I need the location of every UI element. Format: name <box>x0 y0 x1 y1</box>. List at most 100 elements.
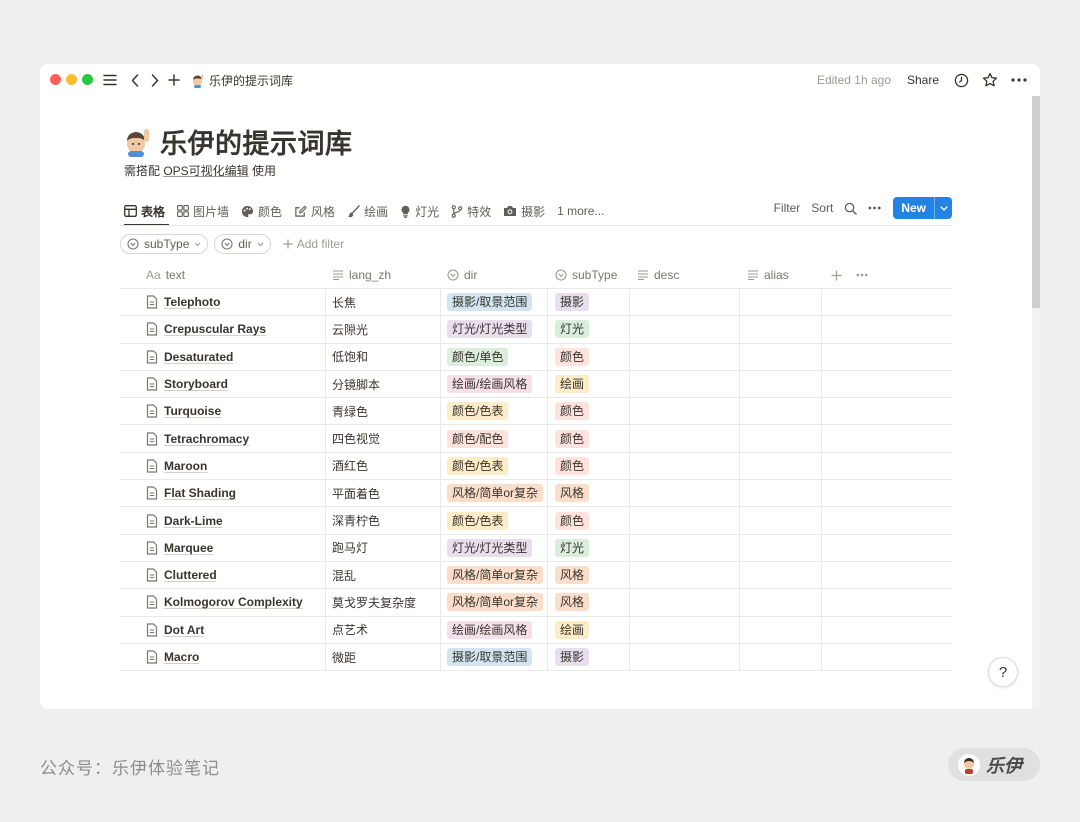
tab-table[interactable]: 表格 <box>124 198 170 226</box>
row-title-text[interactable]: Crepuscular Rays <box>164 322 266 336</box>
row-title-text[interactable]: Telephoto <box>164 295 220 309</box>
cell-alias[interactable] <box>740 562 820 588</box>
new-button-label[interactable]: New <box>893 197 934 219</box>
cell-dir[interactable]: 绘画/绘画风格 <box>447 617 533 643</box>
breadcrumb-title[interactable]: 乐伊的提示词库 <box>209 72 293 89</box>
cell-desc[interactable] <box>630 480 738 506</box>
help-button[interactable]: ? <box>988 657 1018 687</box>
cell-lang-zh[interactable]: 酒红色 <box>332 453 368 479</box>
back-arrow-icon[interactable] <box>128 70 142 90</box>
maximize-window-button[interactable] <box>82 74 93 85</box>
sort-button[interactable]: Sort <box>811 201 833 215</box>
cell-alias[interactable] <box>740 507 820 533</box>
column-header-subtype[interactable]: subType <box>555 261 617 289</box>
cell-desc[interactable] <box>630 644 738 670</box>
row-title-text[interactable]: Flat Shading <box>164 486 236 500</box>
cell-desc[interactable] <box>630 535 738 561</box>
filter-chip-dir[interactable]: dir <box>214 234 271 254</box>
cell-desc[interactable] <box>630 589 738 615</box>
row-title[interactable]: Kolmogorov Complexity <box>146 589 303 615</box>
cell-dir[interactable]: 风格/简单or复杂 <box>447 480 544 506</box>
more-options-icon[interactable] <box>868 206 881 210</box>
table-row[interactable]: Crepuscular Rays 云隙光 灯光/灯光类型 灯光 <box>120 316 952 344</box>
cell-dir[interactable]: 风格/简单or复杂 <box>447 562 544 588</box>
menu-icon[interactable] <box>102 70 118 90</box>
row-title[interactable]: Tetrachromacy <box>146 425 249 451</box>
cell-subtype[interactable]: 颜色 <box>555 507 590 533</box>
column-header-desc[interactable]: desc <box>637 261 679 289</box>
cell-alias[interactable] <box>740 644 820 670</box>
row-title[interactable]: Storyboard <box>146 371 228 397</box>
cell-subtype[interactable]: 颜色 <box>555 398 590 424</box>
cell-alias[interactable] <box>740 617 820 643</box>
cell-dir[interactable]: 摄影/取景范围 <box>447 289 533 315</box>
tab-photography[interactable]: 摄影 <box>503 198 545 224</box>
more-icon[interactable] <box>1010 71 1028 89</box>
cell-subtype[interactable]: 摄影 <box>555 644 590 670</box>
new-button[interactable]: New <box>893 197 952 219</box>
cell-lang-zh[interactable]: 云隙光 <box>332 316 368 342</box>
cell-lang-zh[interactable]: 四色视觉 <box>332 425 380 451</box>
cell-lang-zh[interactable]: 跑马灯 <box>332 535 368 561</box>
cell-alias[interactable] <box>740 453 820 479</box>
cell-desc[interactable] <box>630 398 738 424</box>
cell-lang-zh[interactable]: 深青柠色 <box>332 507 380 533</box>
cell-subtype[interactable]: 风格 <box>555 480 590 506</box>
cell-subtype[interactable]: 风格 <box>555 562 590 588</box>
tab-style[interactable]: 风格 <box>294 198 335 224</box>
star-icon[interactable] <box>981 71 999 89</box>
cell-subtype[interactable]: 摄影 <box>555 289 590 315</box>
add-filter-button[interactable]: Add filter <box>283 237 344 251</box>
cell-dir[interactable]: 颜色/配色 <box>447 425 509 451</box>
row-title-text[interactable]: Maroon <box>164 459 207 473</box>
row-title-text[interactable]: Dot Art <box>164 623 204 637</box>
table-row[interactable]: Telephoto 长焦 摄影/取景范围 摄影 <box>120 289 952 317</box>
cell-subtype[interactable]: 风格 <box>555 589 590 615</box>
cell-dir[interactable]: 灯光/灯光类型 <box>447 535 533 561</box>
filter-chip-subtype[interactable]: subType <box>120 234 209 254</box>
cell-dir[interactable]: 风格/简单or复杂 <box>447 589 544 615</box>
cell-lang-zh[interactable]: 低饱和 <box>332 344 368 370</box>
cell-dir[interactable]: 颜色/色表 <box>447 453 509 479</box>
add-icon[interactable] <box>167 70 181 90</box>
cell-desc[interactable] <box>630 562 738 588</box>
cell-desc[interactable] <box>630 617 738 643</box>
cell-dir[interactable]: 颜色/色表 <box>447 507 509 533</box>
table-row[interactable]: Turquoise 青绿色 颜色/色表 颜色 <box>120 398 952 426</box>
cell-dir[interactable]: 颜色/色表 <box>447 398 509 424</box>
ops-editor-link[interactable]: OPS可视化编辑 <box>163 164 248 178</box>
cell-alias[interactable] <box>740 535 820 561</box>
cell-dir[interactable]: 绘画/绘画风格 <box>447 371 533 397</box>
table-row[interactable]: Macro 微距 摄影/取景范围 摄影 <box>120 643 952 672</box>
cell-subtype[interactable]: 灯光 <box>555 535 590 561</box>
column-header-alias[interactable]: alias <box>747 261 789 289</box>
minimize-window-button[interactable] <box>66 74 77 85</box>
cell-subtype[interactable]: 颜色 <box>555 344 590 370</box>
breadcrumb[interactable]: 乐伊的提示词库 <box>190 72 293 89</box>
row-title-text[interactable]: Macro <box>164 650 199 664</box>
cell-desc[interactable] <box>630 453 738 479</box>
more-views-button[interactable]: 1 more... <box>557 198 604 224</box>
cell-desc[interactable] <box>630 316 738 342</box>
row-title-text[interactable]: Kolmogorov Complexity <box>164 595 303 609</box>
row-title[interactable]: Dark-Lime <box>146 507 223 533</box>
table-row[interactable]: Cluttered 混乱 风格/简单or复杂 风格 <box>120 561 952 590</box>
cell-dir[interactable]: 摄影/取景范围 <box>447 644 533 670</box>
cell-alias[interactable] <box>740 589 820 615</box>
forward-arrow-icon[interactable] <box>148 70 162 90</box>
column-header-dir[interactable]: dir <box>447 261 477 289</box>
cell-lang-zh[interactable]: 青绿色 <box>332 398 368 424</box>
cell-alias[interactable] <box>740 371 820 397</box>
cell-desc[interactable] <box>630 507 738 533</box>
tab-effects[interactable]: 特效 <box>451 198 491 224</box>
table-row[interactable]: Maroon 酒红色 颜色/色表 颜色 <box>120 452 952 481</box>
cell-subtype[interactable]: 颜色 <box>555 453 590 479</box>
cell-subtype[interactable]: 绘画 <box>555 371 590 397</box>
cell-desc[interactable] <box>630 425 738 451</box>
table-row[interactable]: Tetrachromacy 四色视觉 颜色/配色 颜色 <box>120 425 952 453</box>
row-title-text[interactable]: Storyboard <box>164 377 228 391</box>
clock-icon[interactable] <box>952 71 970 89</box>
cell-alias[interactable] <box>740 316 820 342</box>
row-title[interactable]: Desaturated <box>146 344 233 370</box>
cell-desc[interactable] <box>630 344 738 370</box>
